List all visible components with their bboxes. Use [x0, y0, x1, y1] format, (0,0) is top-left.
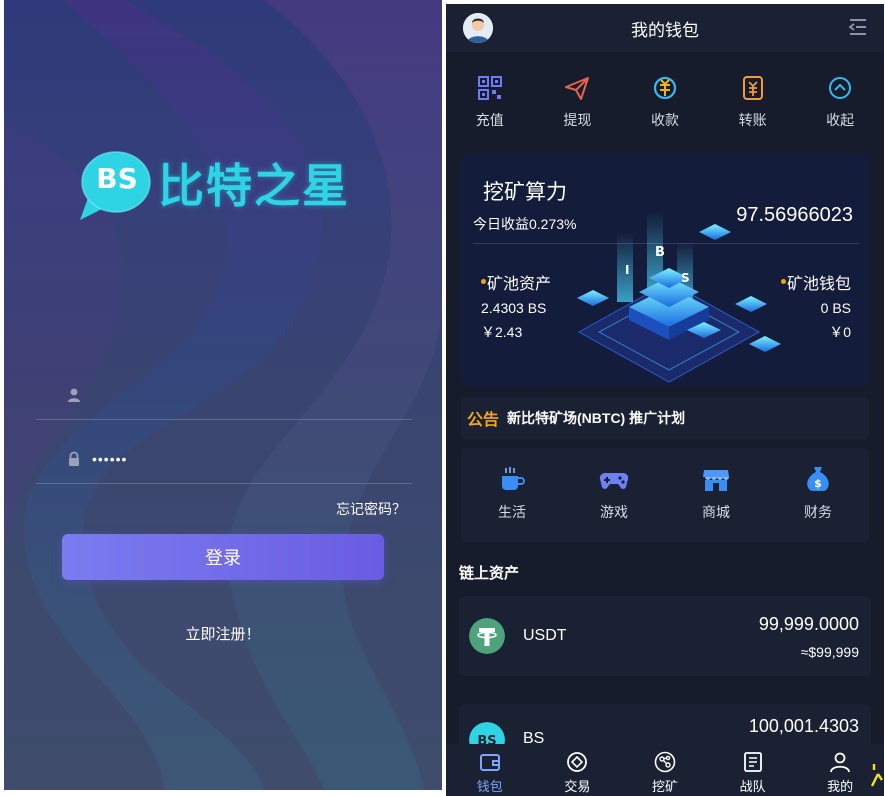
- user-icon: [68, 388, 80, 402]
- pool-assets[interactable]: 矿池资产 2.4303 BS ￥2.43: [481, 270, 551, 342]
- screenshot-root: BS 比特之星 •••••• 忘记密码？ 登录 立即注册！ 我的钱包 充值 提现…: [0, 0, 885, 796]
- quick-action-label: 转账: [738, 112, 767, 128]
- page-title: 我的钱包: [631, 20, 699, 40]
- qrcode-icon: [477, 76, 502, 100]
- asset-usd-value: ≈$99,999: [800, 644, 859, 660]
- money-bag-icon: $: [807, 467, 829, 491]
- bottom-tab-bar: 钱包 交易 挖矿 战队 我的: [446, 744, 884, 796]
- tab-team[interactable]: 战队: [709, 744, 797, 796]
- menu-icon[interactable]: [848, 18, 868, 36]
- quick-action-withdraw[interactable]: 提现: [534, 64, 622, 144]
- service-games[interactable]: 游戏: [563, 448, 665, 542]
- mining-card: B I S 挖矿算力 今日收益0.273% 97.56966023 矿池资产 2…: [461, 154, 869, 386]
- asset-amount: 100,001.4303: [748, 716, 859, 736]
- asset-row-usdt[interactable]: USDT 99,999.0000 ≈$99,999: [459, 596, 871, 676]
- quick-action-label: 充值: [475, 112, 504, 128]
- services-grid: 生活 游戏 商城 $ 财务: [461, 448, 869, 542]
- service-life[interactable]: 生活: [461, 448, 563, 542]
- announcement-text: 新比特矿场(NBTC) 推广计划: [507, 410, 686, 426]
- tab-trade[interactable]: 交易: [534, 744, 622, 796]
- transfer-icon: [742, 76, 763, 100]
- wallet-header: 我的钱包: [446, 4, 884, 52]
- quick-action-label: 收起: [826, 112, 855, 128]
- team-icon: [743, 752, 762, 772]
- edge-marker-icon: [870, 764, 883, 787]
- logo-bubble-icon: BS: [78, 148, 152, 220]
- tab-label: 交易: [564, 779, 591, 794]
- trade-icon: [567, 752, 588, 772]
- announcement-tag: 公告: [467, 412, 500, 429]
- logo-badge-text: BS: [96, 162, 138, 195]
- coffee-icon: [502, 467, 525, 490]
- pool-assets-cny: ￥2.43: [481, 324, 523, 340]
- quick-action-label: 收款: [650, 112, 679, 128]
- quick-action-label: 提现: [563, 112, 592, 128]
- asset-amount: 99,999.0000: [758, 614, 859, 634]
- quick-action-receive[interactable]: 收款: [621, 64, 709, 144]
- login-button[interactable]: 登录: [62, 534, 384, 580]
- wallet-screen: 我的钱包 充值 提现 收款 转账 收起 B I S 挖矿算力 今日收益0.273…: [446, 4, 884, 796]
- service-label: 生活: [498, 504, 526, 520]
- tab-wallet[interactable]: 钱包: [446, 744, 534, 796]
- pool-wallet-cny: ￥0: [829, 324, 851, 340]
- user-icon: [830, 752, 851, 773]
- announcement-bar[interactable]: 公告 新比特矿场(NBTC) 推广计划: [461, 397, 869, 439]
- mining-illustration: B I S: [577, 212, 781, 383]
- service-label: 商城: [702, 504, 730, 520]
- pool-wallet-label: 矿池钱包: [780, 270, 851, 294]
- quick-action-collapse[interactable]: 收起: [796, 64, 884, 144]
- mining-title: 挖矿算力: [483, 181, 567, 204]
- illustration-letter-s: S: [681, 271, 690, 285]
- register-link[interactable]: 立即注册！: [4, 623, 442, 644]
- asset-name: USDT: [523, 627, 567, 644]
- service-label: 游戏: [600, 504, 628, 520]
- paper-plane-icon: [565, 77, 590, 100]
- quick-action-transfer[interactable]: 转账: [709, 64, 797, 144]
- pool-assets-bs: 2.4303 BS: [481, 300, 547, 316]
- svg-text:$: $: [814, 477, 822, 490]
- mining-today-rate: 今日收益0.273%: [473, 216, 577, 232]
- app-logo: BS 比特之星: [78, 140, 368, 226]
- store-icon: [703, 470, 729, 491]
- tab-label: 我的: [827, 779, 854, 794]
- lock-icon: [69, 451, 79, 466]
- avatar[interactable]: [463, 13, 493, 43]
- tab-label: 钱包: [476, 779, 503, 794]
- tab-label: 战队: [739, 779, 766, 794]
- login-screen: BS 比特之星 •••••• 忘记密码？ 登录 立即注册！: [4, 0, 442, 790]
- pool-wallet-bs: 0 BS: [820, 300, 851, 316]
- quick-action-recharge[interactable]: 充值: [446, 64, 534, 144]
- illustration-letter-b: B: [655, 245, 665, 260]
- mining-icon: [654, 751, 676, 773]
- gamepad-icon: [599, 472, 629, 489]
- password-input[interactable]: ••••••: [92, 451, 127, 467]
- logo-text: 比特之星: [158, 159, 350, 213]
- wallet-icon: [479, 754, 500, 771]
- pool-wallet[interactable]: 矿池钱包 0 BS ￥0: [780, 270, 851, 342]
- password-field[interactable]: ••••••: [36, 434, 412, 484]
- service-store[interactable]: 商城: [665, 448, 767, 542]
- avatar-icon: [463, 13, 493, 43]
- quick-actions: 充值 提现 收款 转账 收起: [446, 64, 884, 144]
- username-field[interactable]: [36, 370, 412, 420]
- service-finance[interactable]: $ 财务: [767, 448, 869, 542]
- chain-assets-title: 链上资产: [459, 565, 520, 582]
- pool-assets-label: 矿池资产: [481, 270, 551, 294]
- illustration-letter-i: I: [625, 263, 629, 277]
- mining-divider: [473, 243, 859, 244]
- mining-total-hashrate: 97.56966023: [736, 204, 853, 226]
- forgot-password-link[interactable]: 忘记密码？: [336, 499, 406, 519]
- tether-icon: [469, 618, 505, 654]
- collapse-icon: [829, 77, 852, 99]
- tab-label: 挖矿: [651, 779, 678, 794]
- receive-icon: [653, 76, 677, 100]
- service-label: 财务: [804, 504, 832, 520]
- tab-mining[interactable]: 挖矿: [621, 744, 709, 796]
